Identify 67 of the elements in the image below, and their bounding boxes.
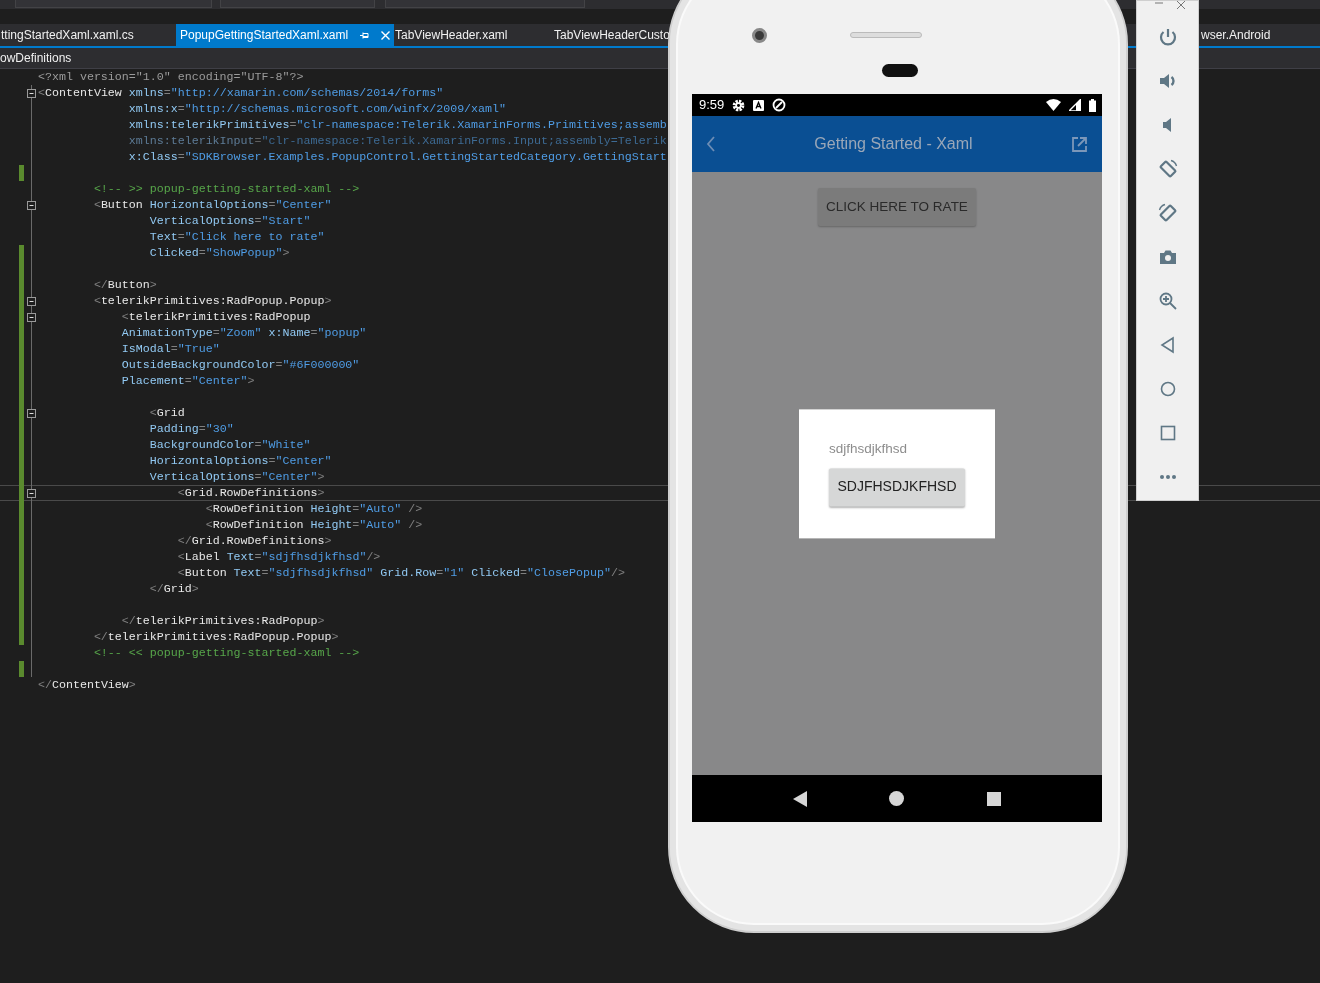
code-line: <Grid.RowDefinitions> [177,485,325,501]
collapse-icon[interactable] [27,409,36,418]
app-title: Getting Started - Xaml [813,134,974,154]
pin-icon[interactable] [360,30,370,40]
code-line: <Label Text="sdjfhsdjkfhsd"/> [177,549,381,565]
code-line: Clicked="ShowPopup"> [149,245,290,261]
battery-icon [1089,98,1096,112]
code-line: <?xml version="1.0" encoding="UTF-8"?> [38,69,304,85]
code-line: Padding="30" [149,421,234,437]
code-line: <ContentView xmlns="http://xamarin.com/schemas/2014/forms" [38,85,444,101]
wifi-icon [1046,99,1061,111]
code-line: xmlns:telerikPrimitives="clr-namespace:Telerik.XamarinForms.Primitives;assemb [128,117,667,133]
code-line: HorizontalOptions="Center" [149,453,332,469]
document-tab[interactable]: TabViewHeader.xaml [394,24,553,46]
code-line: x:Class="SDKBrowser.Examples.PopupControl.GettingStartedCategory.GettingStart [128,149,667,165]
overview-icon[interactable] [986,791,1001,806]
code-line: IsModal="True" [121,341,220,357]
collapse-icon[interactable] [27,201,36,210]
code-line: <Grid [149,405,185,421]
document-tab[interactable]: wser.Android [1200,24,1320,46]
external-link-icon[interactable] [1071,135,1088,153]
signal-icon [1069,99,1081,111]
code-line: <Button HorizontalOptions="Center" [93,197,332,213]
code-line: Placement="Center"> [121,373,255,389]
code-line: </Grid.RowDefinitions> [177,533,332,549]
code-line: <telerikPrimitives:RadPopup.Popup> [93,293,332,309]
breadcrumb[interactable]: owDefinitions [0,49,72,67]
status-time: 9:59 [699,96,725,115]
code-line: <RowDefinition Height="Auto" /> [205,501,423,517]
code-line: <telerikPrimitives:RadPopup [121,309,311,325]
code-line: </ContentView> [38,677,136,693]
document-tab[interactable]: TabViewHeaderCusto [553,24,667,46]
home-icon[interactable] [889,791,905,806]
code-line: xmlns:telerikInput="clr-namespace:Telerik.XamarinForms.Input;assembly=Telerik [128,133,667,149]
popup-label: sdjfhsdjkfhsd [829,439,908,458]
document-tab[interactable]: PopupGettingStartedXaml.xaml [176,24,394,46]
code-line: <Button Text="sdjfhsdjkfhsd" Grid.Row="1" Clicked="ClosePopup"/> [177,565,625,581]
change-marker [19,661,24,677]
document-tab[interactable]: ttingStartedXaml.xaml.cs [0,24,176,46]
collapse-icon[interactable] [27,297,36,306]
back-icon[interactable] [793,790,808,807]
code-line: VerticalOptions="Start" [149,213,311,229]
close-popup-button[interactable]: SDJFHSDJKFHSD [829,468,965,507]
collapse-icon[interactable] [27,89,36,98]
code-line: <!-- >> popup-getting-started-xaml --> [93,181,360,197]
collapse-icon[interactable] [27,489,36,498]
data-saver-icon [772,98,787,112]
code-line: Text="Click here to rate" [149,229,325,245]
front-camera [752,28,767,43]
speaker-grille [850,32,922,38]
code-line: </Grid> [149,581,199,597]
code-line: VerticalOptions="Center"> [149,469,325,485]
code-line: <!-- << popup-getting-started-xaml --> [93,645,360,661]
code-line: <RowDefinition Height="Auto" /> [205,517,423,533]
keyboard-box-icon [753,99,765,111]
code-line: BackgroundColor="White" [149,437,311,453]
code-line: </Button> [93,277,157,293]
sensor-pill [882,64,918,77]
code-line: </telerikPrimitives:RadPopup> [121,613,325,629]
settings-icon [732,98,746,112]
code-line: </telerikPrimitives:RadPopup.Popup> [93,629,339,645]
collapse-icon[interactable] [27,313,36,322]
code-line: xmlns:x="http://schemas.microsoft.com/winfx/2009/xaml" [128,101,507,117]
close-icon[interactable] [1176,1,1185,9]
code-line: OutsideBackgroundColor="#6F000000" [121,357,360,373]
change-marker [19,165,24,181]
code-line: AnimationType="Zoom" x:Name="popup" [121,325,367,341]
